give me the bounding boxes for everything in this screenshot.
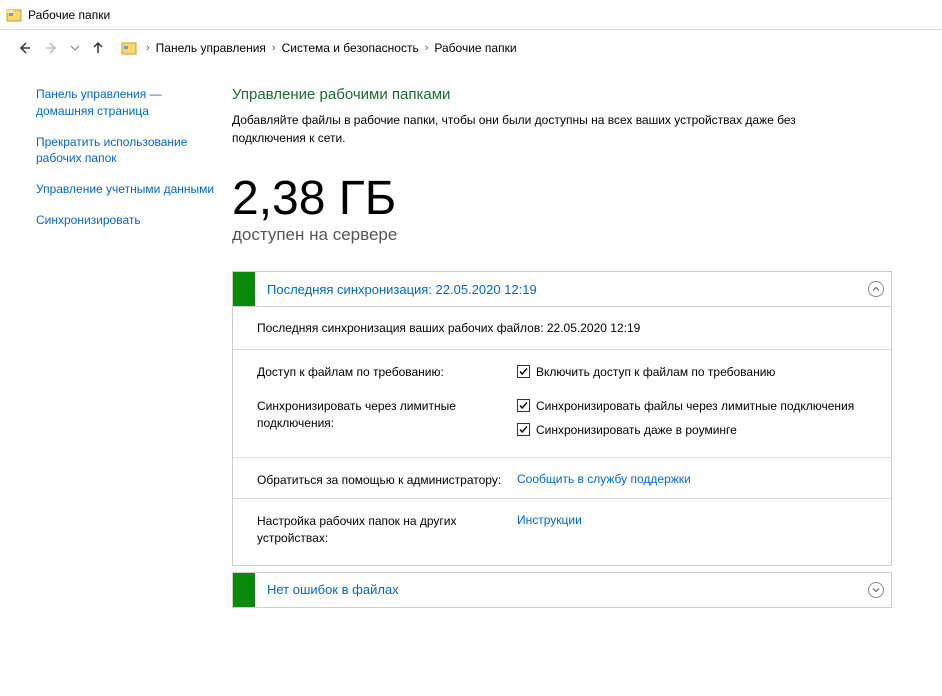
- row-metered: Синхронизировать через лимитные подключе…: [257, 398, 867, 446]
- divider: [233, 457, 891, 458]
- row-support: Обратиться за помощью к администратору: …: [257, 472, 867, 489]
- window-title: Рабочие папки: [28, 8, 110, 22]
- up-button[interactable]: [86, 36, 110, 60]
- breadcrumb-item[interactable]: Система и безопасность: [280, 39, 421, 57]
- panel-last-sync-header[interactable]: Последняя синхронизация: 22.05.2020 12:1…: [233, 272, 891, 306]
- last-sync-text: Последняя синхронизация ваших рабочих фа…: [257, 317, 867, 335]
- sidebar-link-home[interactable]: Панель управления — домашняя страница: [36, 86, 216, 120]
- back-button[interactable]: [12, 36, 36, 60]
- breadcrumb-item[interactable]: Рабочие папки: [432, 39, 518, 57]
- collapse-icon: [861, 281, 891, 297]
- available-space-caption: доступен на сервере: [232, 225, 892, 245]
- sidebar: Панель управления — домашняя страница Пр…: [0, 66, 216, 634]
- recent-dropdown[interactable]: [68, 36, 82, 60]
- divider: [233, 349, 891, 350]
- page-title: Управление рабочими папками: [232, 86, 892, 103]
- navbar: › Панель управления › Система и безопасн…: [0, 30, 942, 66]
- row-label: Настройка рабочих папок на других устрой…: [257, 513, 517, 547]
- row-access-on-demand: Доступ к файлам по требованию: Включить …: [257, 364, 867, 388]
- row-label: Обратиться за помощью к администратору:: [257, 472, 517, 489]
- address-icon: [120, 39, 138, 57]
- sidebar-link-credentials[interactable]: Управление учетными данными: [36, 181, 216, 198]
- status-marker-ok: [233, 272, 255, 306]
- panel-last-sync-title: Последняя синхронизация: 22.05.2020 12:1…: [255, 282, 861, 297]
- panel-no-errors-title: Нет ошибок в файлах: [255, 582, 861, 597]
- link-instructions[interactable]: Инструкции: [517, 513, 582, 527]
- chevron-right-icon: ›: [142, 42, 154, 54]
- row-label: Доступ к файлам по требованию:: [257, 364, 517, 381]
- page-description: Добавляйте файлы в рабочие папки, чтобы …: [232, 111, 812, 147]
- link-support[interactable]: Сообщить в службу поддержки: [517, 472, 691, 486]
- expand-icon: [861, 582, 891, 598]
- chevron-right-icon: ›: [268, 42, 280, 54]
- row-other-devices: Настройка рабочих папок на других устрой…: [257, 513, 867, 547]
- sidebar-link-sync[interactable]: Синхронизировать: [36, 212, 216, 229]
- panel-last-sync-body: Последняя синхронизация ваших рабочих фа…: [233, 306, 891, 565]
- panel-no-errors: Нет ошибок в файлах: [232, 572, 892, 608]
- forward-button[interactable]: [40, 36, 64, 60]
- row-label: Синхронизировать через лимитные подключе…: [257, 398, 517, 432]
- sidebar-link-stop[interactable]: Прекратить использование рабочих папок: [36, 134, 216, 168]
- panel-no-errors-header[interactable]: Нет ошибок в файлах: [233, 573, 891, 607]
- divider: [233, 498, 891, 499]
- available-space-value: 2,38 ГБ: [232, 175, 892, 223]
- chevron-right-icon: ›: [421, 42, 433, 54]
- main-content: Управление рабочими папками Добавляйте ф…: [216, 66, 942, 634]
- checkbox-label: Синхронизировать файлы через лимитные по…: [536, 398, 854, 414]
- checkbox-label: Синхронизировать даже в роуминге: [536, 422, 737, 438]
- checkbox-metered[interactable]: Синхронизировать файлы через лимитные по…: [517, 398, 867, 414]
- titlebar: Рабочие папки: [0, 0, 942, 30]
- checkbox-access-on-demand[interactable]: Включить доступ к файлам по требованию: [517, 364, 867, 380]
- panel-last-sync: Последняя синхронизация: 22.05.2020 12:1…: [232, 271, 892, 566]
- breadcrumb-item[interactable]: Панель управления: [154, 39, 268, 57]
- status-marker-ok: [233, 573, 255, 607]
- app-icon: [6, 7, 22, 23]
- checkbox-label: Включить доступ к файлам по требованию: [536, 364, 775, 380]
- checkbox-roaming[interactable]: Синхронизировать даже в роуминге: [517, 422, 867, 438]
